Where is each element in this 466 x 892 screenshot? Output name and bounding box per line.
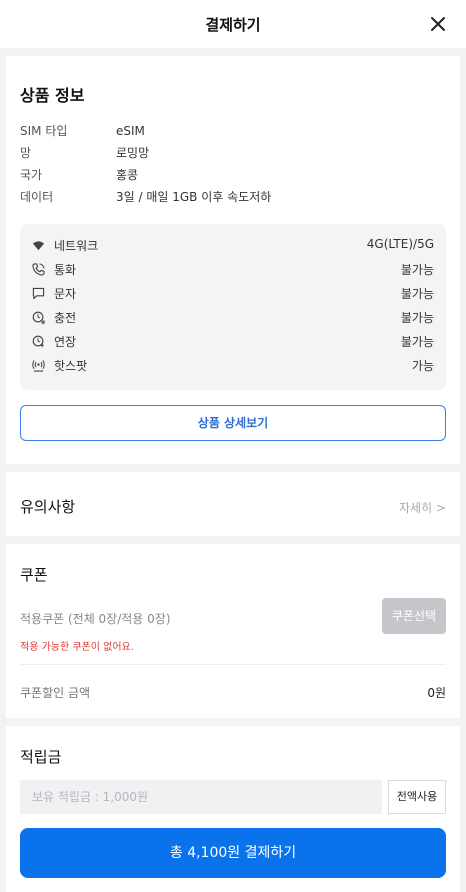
header: 결제하기: [0, 0, 466, 48]
section-title: 유의사항: [20, 498, 76, 516]
info-key: 데이터: [20, 190, 54, 204]
spec-box: 네트워크 4G(LTE)/5G 통화 불가능 문자 불가능 충전 불가능 연장 …: [20, 224, 446, 390]
recharge-icon: [32, 311, 45, 324]
spec-row-sms: 문자 불가능: [32, 285, 434, 303]
info-key: 국가: [20, 168, 43, 182]
pay-button[interactable]: 총 4,100원 결제하기: [20, 828, 446, 878]
spec-row-extend: 연장 불가능: [32, 333, 434, 351]
section-title: 상품 정보: [20, 86, 85, 105]
coupon-select-button[interactable]: 쿠폰선택: [382, 598, 446, 634]
spec-value: 4G(LTE)/5G: [366, 237, 434, 251]
spec-label: 핫스팟: [54, 359, 88, 373]
info-key: 망: [20, 146, 32, 160]
coupon-section: 쿠폰 적용쿠폰 (전체 0장/적용 0장) 적용 가능한 쿠폰이 없어요. 쿠폰…: [6, 544, 460, 718]
use-all-points-button[interactable]: 전액사용: [388, 780, 446, 814]
spec-row-recharge: 충전 불가능: [32, 309, 434, 327]
extend-icon: [32, 335, 44, 348]
product-info-section: 상품 정보 SIM 타입 eSIM 망 로밍망 국가 홍콩 데이터 3일 / 매일 1G…: [6, 56, 460, 464]
info-value: 로밍망: [116, 146, 150, 160]
applied-coupon-text: 적용쿠폰 (전체 0장/적용 0장): [20, 612, 171, 626]
notice-section[interactable]: 유의사항 자세히 >: [6, 472, 460, 536]
spec-label: 충전: [54, 311, 77, 325]
section-title: 쿠폰: [20, 566, 48, 584]
divider: [20, 664, 446, 665]
info-value: eSIM: [116, 124, 145, 138]
coupon-discount-label: 쿠폰할인 금액: [20, 686, 91, 700]
points-section: 적립금 전액사용 총 4,100원 결제하기: [6, 726, 460, 892]
info-row-country: 국가 홍콩: [20, 166, 138, 183]
spec-row-hotspot: 핫스팟 가능: [32, 357, 434, 375]
spec-value: 불가능: [400, 263, 434, 277]
spec-value: 불가능: [400, 335, 434, 349]
info-value: 3일 / 매일 1GB 이후 속도저하: [116, 190, 272, 204]
section-title: 적립금: [20, 748, 62, 766]
close-icon[interactable]: [428, 14, 448, 34]
points-input[interactable]: [20, 780, 382, 814]
info-value: 홍콩: [116, 168, 139, 182]
spec-value: 불가능: [400, 287, 434, 301]
spec-value: 불가능: [400, 311, 434, 325]
hotspot-icon: [32, 360, 45, 372]
info-row-sim-type: SIM 타입 eSIM: [20, 122, 145, 139]
spec-row-network: 네트워크 4G(LTE)/5G: [32, 237, 434, 255]
message-icon: [32, 287, 45, 300]
spec-row-call: 통화 불가능: [32, 261, 434, 279]
info-key: SIM 타입: [20, 124, 68, 138]
product-detail-button[interactable]: 상품 상세보기: [20, 405, 446, 441]
info-row-data: 데이터 3일 / 매일 1GB 이후 속도저하: [20, 188, 271, 205]
spec-label: 연장: [54, 335, 77, 349]
coupon-warning-text: 적용 가능한 쿠폰이 없어요.: [20, 642, 134, 653]
wifi-icon: [32, 241, 45, 251]
notice-more-link[interactable]: 자세히 >: [399, 499, 446, 516]
page-title: 결제하기: [205, 16, 261, 34]
spec-label: 문자: [54, 287, 77, 301]
info-row-network: 망 로밍망: [20, 144, 149, 161]
spec-label: 통화: [54, 263, 77, 277]
spec-label: 네트워크: [54, 239, 99, 253]
spec-value: 가능: [411, 359, 434, 373]
coupon-discount-value: 0원: [427, 686, 446, 700]
phone-icon: [32, 263, 45, 276]
